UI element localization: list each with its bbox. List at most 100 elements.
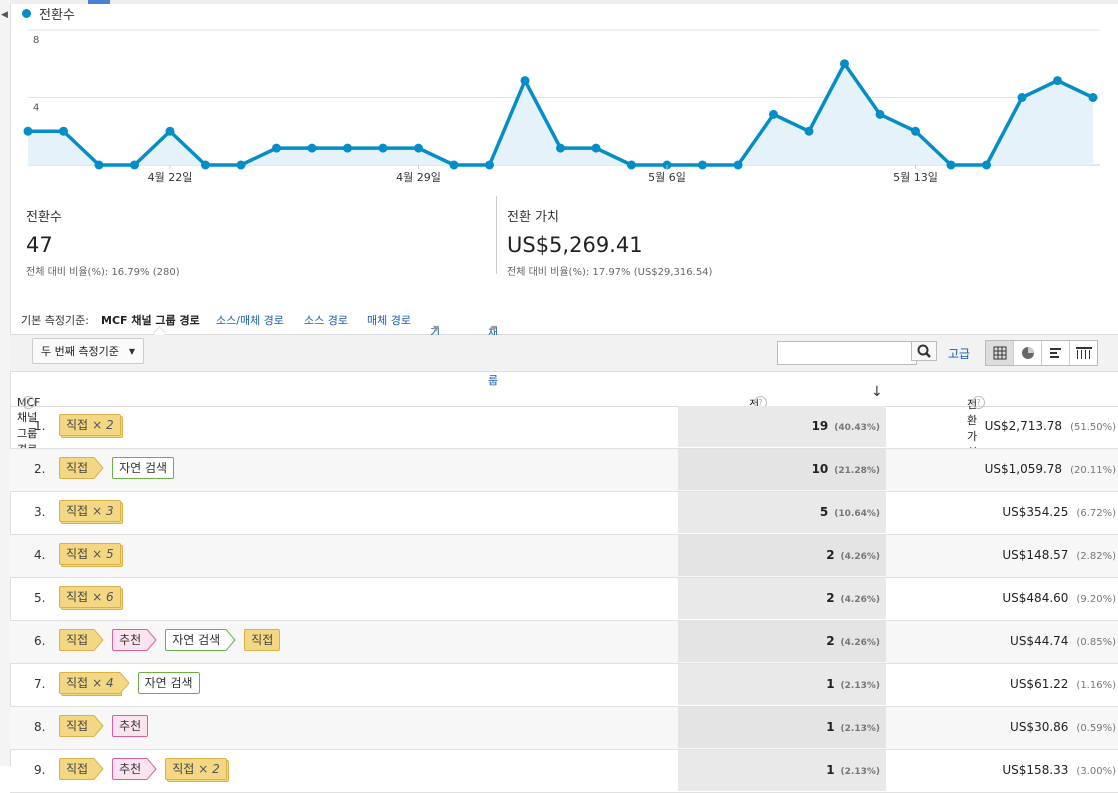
conversion-value: US$44.74 (0.85%) xyxy=(1010,634,1116,648)
table-search-input[interactable] xyxy=(777,341,917,365)
data-point xyxy=(23,126,33,136)
channel-repeat-count: × 4 xyxy=(92,676,114,690)
row-number: 3. xyxy=(34,505,46,519)
conversion-value-amount: US$2,713.78 xyxy=(984,419,1063,433)
row-number: 1. xyxy=(34,419,46,433)
conversions-count: 2 xyxy=(826,591,835,605)
table-header: MCF 채널 그룹 경로? 전환수? ↓ 전환 가치? xyxy=(10,372,1118,459)
data-point xyxy=(307,143,317,153)
collapse-arrow-icon[interactable]: ◀ xyxy=(1,10,8,20)
secondary-dimension-label: 두 번째 측정기준 xyxy=(41,345,119,358)
x-tick-label: 5월 13일 xyxy=(893,170,938,184)
channel-chip-label: 직접 xyxy=(59,758,95,780)
data-point xyxy=(201,160,210,170)
chevron-down-icon: ▼ xyxy=(433,324,440,333)
channel-chip-direct: 직접 xyxy=(59,758,104,780)
conversions-value: 2 (4.26%) xyxy=(826,548,880,562)
channel-chip-organic: 자연 검색 xyxy=(165,629,236,651)
data-point xyxy=(982,160,991,170)
conversions-value: 5 (10.64%) xyxy=(820,505,880,519)
chart-legend[interactable]: 전환수 xyxy=(22,4,75,23)
conversions-value: 19 (40.43%) xyxy=(812,419,880,433)
conversions-percent: (4.26%) xyxy=(840,552,880,562)
conversions-count: 2 xyxy=(826,548,835,562)
metric-conversion-value: 전환 가치 US$5,269.41 전체 대비 비율(%): 17.97% (U… xyxy=(496,196,712,278)
data-point xyxy=(946,160,956,170)
row-number: 6. xyxy=(34,634,46,648)
channel-chip-organic: 자연 검색 xyxy=(137,672,200,694)
performance-view-icon[interactable] xyxy=(1042,341,1070,365)
data-point xyxy=(733,160,743,170)
metric-label: 전환 가치 xyxy=(507,210,559,225)
data-point xyxy=(769,109,778,119)
conversions-value: 1 (2.13%) xyxy=(826,763,880,777)
data-point xyxy=(59,126,68,136)
channel-chip-label: 추천 xyxy=(112,758,148,780)
secondary-dimension-dropdown[interactable]: 두 번째 측정기준 ▼ xyxy=(32,338,144,364)
conversions-percent: (21.28%) xyxy=(834,466,880,476)
chevron-down-icon: ▼ xyxy=(491,324,498,333)
table-row: 7. 직접 × 4 자연 검색 1 (2.13%) US$61.22 (1.16%) xyxy=(10,664,1118,707)
conversion-value-percent: (20.11%) xyxy=(1070,465,1116,476)
channel-chip-direct: 직접 × 2 xyxy=(165,758,227,780)
channel-chip-referral: 추천 xyxy=(112,758,157,780)
dimension-mcf-channel-path[interactable]: MCF 채널 그룹 경로 xyxy=(101,312,200,328)
conversions-value: 2 (4.26%) xyxy=(826,591,880,605)
conversions-count: 2 xyxy=(826,634,835,648)
data-point xyxy=(556,143,565,153)
table-toolbar: 두 번째 측정기준 ▼ 고급 xyxy=(10,335,1118,372)
data-point xyxy=(1088,93,1098,102)
metric-value: 47 xyxy=(26,233,53,257)
metric-label: 전환수 xyxy=(26,210,62,225)
channel-chip-direct: 직접 × 6 xyxy=(59,586,121,608)
sort-descending-icon[interactable]: ↓ xyxy=(871,384,883,400)
data-point xyxy=(840,59,849,69)
channel-chip-direct: 직접 xyxy=(59,629,104,651)
row-number: 2. xyxy=(34,462,46,476)
conversion-value-percent: (0.59%) xyxy=(1076,723,1116,734)
x-tick-label: 4월 22일 xyxy=(148,170,193,184)
channel-path: 직접 × 2 xyxy=(59,414,129,436)
chevron-right-icon xyxy=(147,629,157,651)
channel-chip-label: 직접 xyxy=(59,629,95,651)
search-button[interactable] xyxy=(911,341,937,361)
channel-chip-direct: 직접 xyxy=(59,457,104,479)
conversions-value: 2 (4.26%) xyxy=(826,634,880,648)
advanced-filter-link[interactable]: 고급 xyxy=(948,345,970,362)
channel-chip-direct: 직접 × 4 xyxy=(59,672,130,694)
channel-path: 직접 × 6 xyxy=(59,586,129,608)
channel-path: 직접 추천 자연 검색 직접 xyxy=(59,629,288,651)
table-row: 9. 직접 추천 직접 × 2 1 (2.13%) US$158.33 (3.00%) xyxy=(10,750,1118,793)
metrics-summary: 전환수 47 전체 대비 비율(%): 16.79% (280) 전환 가치 U… xyxy=(10,196,1118,286)
conversion-value: US$1,059.78 (20.11%) xyxy=(985,462,1116,476)
conversion-value: US$148.57 (2.82%) xyxy=(1002,548,1116,562)
conversions-percent: (4.26%) xyxy=(840,638,880,648)
data-point xyxy=(1017,93,1027,102)
legend-dot-icon xyxy=(22,9,31,18)
data-point xyxy=(804,126,814,136)
metric-value: US$5,269.41 xyxy=(507,233,643,257)
metric-subtext: 전체 대비 비율(%): 16.79% (280) xyxy=(26,267,180,278)
grid-view-icon[interactable] xyxy=(986,341,1014,365)
channel-repeat-count: × 2 xyxy=(198,762,220,776)
channel-chip-label: 직접 xyxy=(59,715,95,737)
channel-chip-label: 자연 검색 xyxy=(112,457,175,479)
chevron-down-icon: ▼ xyxy=(128,347,135,356)
row-number: 4. xyxy=(34,548,46,562)
pie-view-icon[interactable] xyxy=(1014,341,1042,365)
pivot-view-icon[interactable] xyxy=(1070,341,1097,365)
metric-conversions: 전환수 47 전체 대비 비율(%): 16.79% (280) xyxy=(26,196,180,278)
dimension-source-path[interactable]: 소스 경로 xyxy=(304,312,348,328)
conversions-percent: (2.13%) xyxy=(840,681,880,691)
dimension-medium-path[interactable]: 매체 경로 xyxy=(367,312,411,328)
channel-path: 직접 × 5 xyxy=(59,543,129,565)
conversion-value-percent: (9.20%) xyxy=(1076,594,1116,605)
data-point xyxy=(485,160,494,170)
dimension-source-medium-path[interactable]: 소스/매체 경로 xyxy=(216,312,284,328)
chevron-right-icon xyxy=(94,715,104,737)
conversions-percent: (10.64%) xyxy=(834,509,880,519)
conversion-value: US$158.33 (3.00%) xyxy=(1002,763,1116,777)
conversions-value: 1 (2.13%) xyxy=(826,720,880,734)
top-tab-strip xyxy=(10,0,1118,4)
conversion-value-amount: US$44.74 xyxy=(1010,634,1069,648)
